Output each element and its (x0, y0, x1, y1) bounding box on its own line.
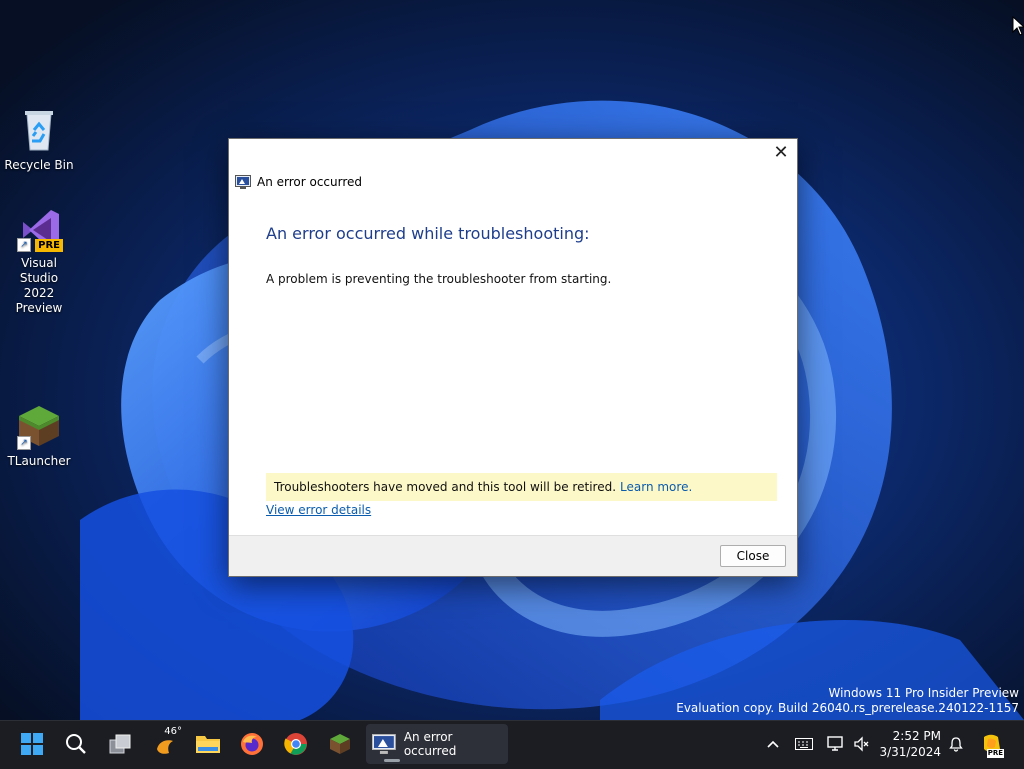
desktop-icon-label: Recycle Bin (4, 158, 74, 172)
clock-time: 2:52 PM (892, 729, 941, 743)
desktop-icon-label-line2: 2022 Preview (15, 286, 63, 315)
volume-button[interactable] (850, 724, 874, 764)
weather-temperature: 46° (164, 726, 182, 737)
copilot-button[interactable]: PRE (978, 724, 1006, 764)
troubleshooter-icon (372, 734, 396, 754)
build-watermark: Windows 11 Pro Insider Preview Evaluatio… (676, 686, 1019, 716)
task-view-button[interactable] (100, 724, 140, 764)
desktop-icon-recycle-bin[interactable]: Recycle Bin (1, 106, 77, 173)
view-error-details-link[interactable]: View error details (266, 503, 371, 517)
banner-text: Troubleshooters have moved and this tool… (274, 480, 617, 494)
error-dialog: ✕ An error occurred An error occurred wh… (228, 138, 798, 577)
keyboard-icon (795, 738, 813, 750)
desktop-icon-visual-studio[interactable]: PRE ↗ Visual Studio 2022 Preview (1, 204, 77, 316)
error-heading: An error occurred while troubleshooting: (266, 224, 590, 243)
taskbar-active-window-error[interactable]: An error occurred (366, 724, 508, 764)
grass-block-icon (330, 734, 350, 754)
windows-logo-icon (21, 733, 43, 755)
notifications-button[interactable] (945, 724, 967, 764)
pre-badge: PRE (35, 239, 63, 252)
mouse-cursor-icon (1012, 16, 1024, 36)
recycle-bin-icon (15, 106, 63, 154)
desktop-icon-tlauncher[interactable]: ↗ TLauncher (1, 402, 77, 469)
chrome-icon (284, 733, 307, 755)
watermark-build: Evaluation copy. Build 26040.rs_prerelea… (676, 701, 1019, 715)
search-icon (66, 734, 86, 754)
close-button[interactable]: Close (720, 545, 786, 567)
show-hidden-icons-button[interactable] (762, 724, 784, 764)
file-explorer-button[interactable] (188, 724, 228, 764)
chrome-button[interactable] (276, 724, 316, 764)
chevron-up-icon (767, 740, 779, 748)
dialog-window-title: An error occurred (257, 175, 363, 189)
firefox-icon (241, 733, 263, 755)
clock[interactable]: 2:52 PM 3/31/2024 (879, 728, 941, 760)
start-button[interactable] (12, 724, 52, 764)
retirement-banner: Troubleshooters have moved and this tool… (266, 473, 777, 501)
watermark-edition: Windows 11 Pro Insider Preview (828, 686, 1019, 700)
touch-keyboard-button[interactable] (792, 724, 816, 764)
shortcut-arrow-icon: ↗ (17, 238, 31, 252)
clock-date: 3/31/2024 (879, 745, 941, 759)
network-button[interactable] (824, 724, 848, 764)
desktop-icon-label: TLauncher (7, 454, 71, 468)
speaker-muted-icon (854, 736, 869, 752)
tlauncher-taskbar-button[interactable] (320, 724, 360, 764)
visual-studio-icon: PRE ↗ (15, 204, 63, 252)
bell-icon (949, 737, 963, 752)
desktop-icon-label: Visual Studio (19, 256, 59, 285)
taskbar-window-label: An error occurred (403, 730, 457, 758)
error-message: A problem is preventing the troubleshoot… (266, 272, 612, 286)
active-indicator (384, 759, 400, 762)
network-monitor-icon (827, 736, 843, 751)
learn-more-link[interactable]: Learn more. (620, 480, 692, 494)
folder-icon (196, 736, 220, 753)
close-icon[interactable]: ✕ (769, 141, 793, 165)
tlauncher-grass-block-icon: ↗ (15, 402, 63, 450)
dialog-title-bar: An error occurred (235, 175, 362, 189)
copilot-pre-badge: PRE (986, 749, 1004, 758)
task-view-icon (109, 734, 131, 754)
weather-widget[interactable]: 46° (146, 724, 186, 764)
troubleshooter-icon (235, 175, 251, 189)
search-button[interactable] (56, 724, 96, 764)
shortcut-arrow-icon: ↗ (17, 436, 31, 450)
dialog-footer: Close (229, 535, 797, 576)
firefox-button[interactable] (232, 724, 272, 764)
